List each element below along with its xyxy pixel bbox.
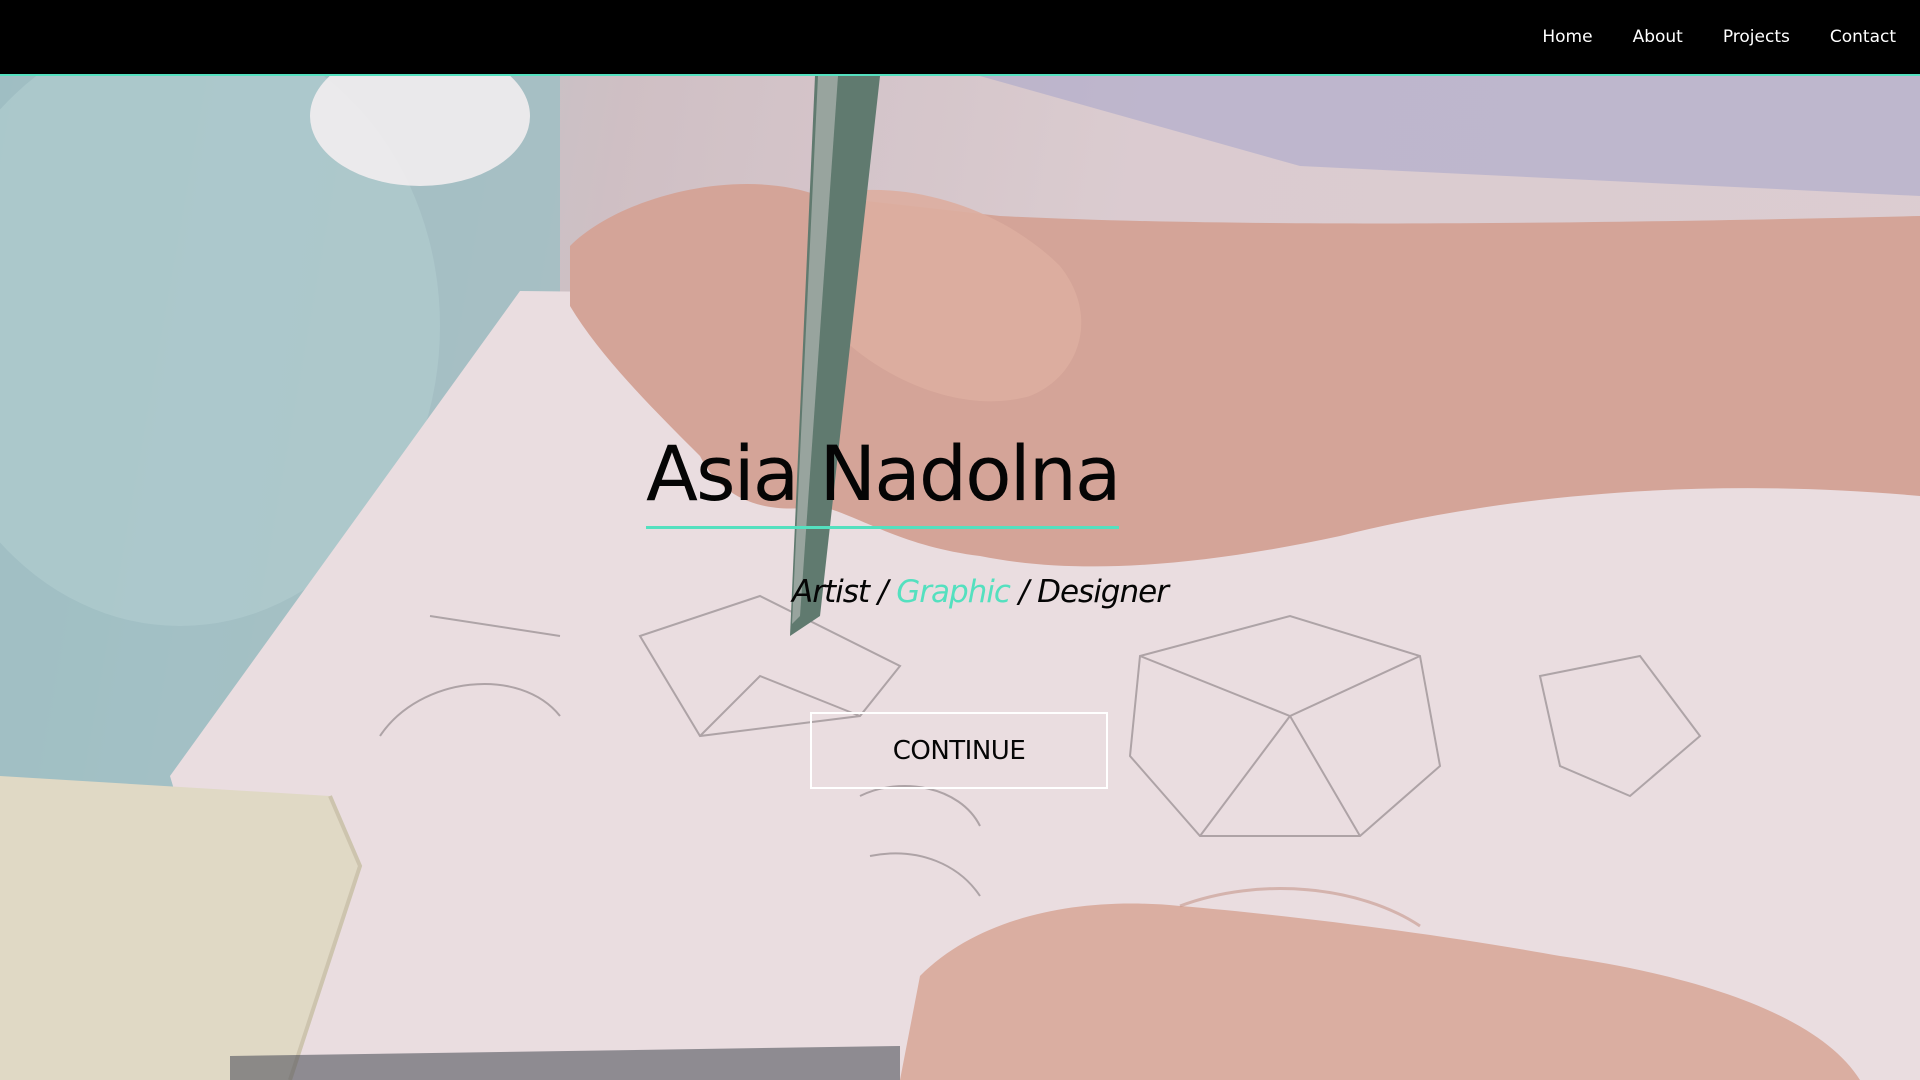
nav-links: Home About Projects Contact xyxy=(1502,0,1896,74)
continue-button[interactable]: CONTINUE xyxy=(810,712,1108,789)
hero-title: Asia Nadolna xyxy=(646,436,1121,529)
subtitle-part-designer: / Designer xyxy=(1009,574,1169,610)
subtitle-part-artist: Artist / xyxy=(792,574,897,610)
hero-subtitle: Artist / Graphic / Designer xyxy=(0,574,1920,610)
nav-link-contact[interactable]: Contact xyxy=(1830,27,1896,47)
nav-link-about[interactable]: About xyxy=(1633,27,1683,47)
nav-link-home[interactable]: Home xyxy=(1542,27,1592,47)
nav-link-projects[interactable]: Projects xyxy=(1723,27,1790,47)
subtitle-accent-graphic: Graphic xyxy=(896,574,1011,610)
page: Home About Projects Contact Asia Nadolna… xyxy=(0,0,1920,1080)
top-navbar: Home About Projects Contact xyxy=(0,0,1920,76)
